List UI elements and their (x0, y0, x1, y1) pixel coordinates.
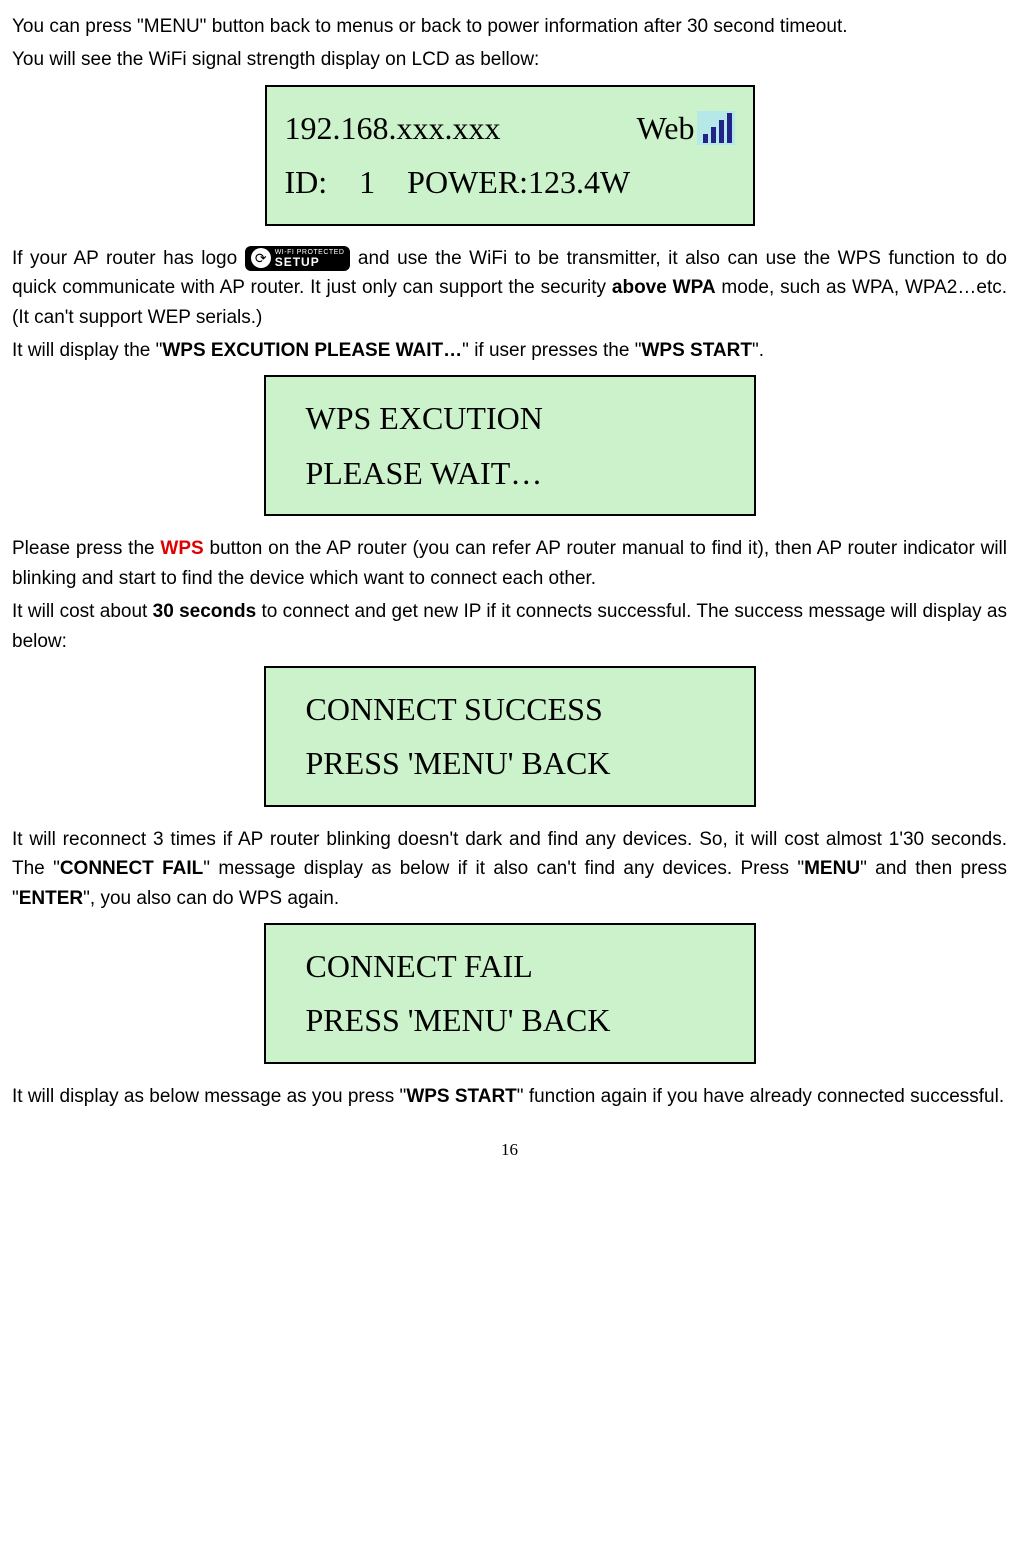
lcd-screen-connect-fail: CONNECT FAIL PRESS 'MENU' BACK (264, 923, 756, 1064)
lcd-line: PRESS 'MENU' BACK (306, 736, 736, 790)
paragraph-signal-intro: You will see the WiFi signal strength di… (12, 45, 1007, 74)
text-bold-wps-start-again: WPS START (406, 1086, 516, 1107)
lcd-ip: 192.168.xxx.xxx (285, 101, 637, 155)
paragraph-30-seconds: It will cost about 30 seconds to connect… (12, 597, 1007, 656)
text-bold-wps-start: WPS START (641, 340, 751, 361)
lcd-screen-connect-success: CONNECT SUCCESS PRESS 'MENU' BACK (264, 666, 756, 807)
paragraph-already-connected: It will display as below message as you … (12, 1082, 1007, 1111)
lcd-screen-signal: 192.168.xxx.xxx Web ID: 1 POWER:123.4W (265, 85, 755, 226)
text-bold-connect-fail: CONNECT FAIL (60, 858, 203, 879)
text-bold-menu: MENU (804, 858, 860, 879)
text-bold-wps-excution: WPS EXCUTION PLEASE WAIT… (162, 340, 462, 361)
text-fragment: ", you also can do WPS again. (83, 888, 339, 909)
text-red-wps: WPS (160, 538, 203, 559)
page-number: 16 (12, 1137, 1007, 1163)
paragraph-wps-intro: If your AP router has logo ⟳WI-FI PROTEC… (12, 244, 1007, 332)
wps-setup-logo-icon: ⟳WI-FI PROTECTEDSETUP (245, 246, 351, 271)
lcd-screen-wps-wait: WPS EXCUTION PLEASE WAIT… (264, 375, 756, 516)
text-bold-enter: ENTER (19, 888, 83, 909)
lcd-web-label: Web (637, 101, 695, 155)
lcd-id-power: ID: 1 POWER:123.4W (285, 155, 735, 209)
lcd-line: CONNECT FAIL (306, 939, 736, 993)
text-bold-30-seconds: 30 seconds (153, 601, 257, 622)
paragraph-press-wps: Please press the WPS button on the AP ro… (12, 534, 1007, 593)
text-bold-above-wpa: above WPA (612, 277, 716, 298)
text-fragment: " if user presses the " (462, 340, 641, 361)
text-fragment: Please press the (12, 538, 160, 559)
text-fragment: It will cost about (12, 601, 153, 622)
text-fragment: It will display the " (12, 340, 162, 361)
text-fragment: " message display as below if it also ca… (203, 858, 804, 879)
text-fragment: It will display as below message as you … (12, 1086, 406, 1107)
lcd-line: CONNECT SUCCESS (306, 682, 736, 736)
paragraph-menu-timeout: You can press "MENU" button back to menu… (12, 12, 1007, 41)
text-fragment: ". (752, 340, 764, 361)
signal-strength-icon (697, 111, 735, 145)
paragraph-wps-excution: It will display the "WPS EXCUTION PLEASE… (12, 336, 1007, 365)
lcd-line: WPS EXCUTION (306, 391, 736, 445)
text-fragment: " function again if you have already con… (517, 1086, 1004, 1107)
wps-logo-big: SETUP (275, 256, 345, 268)
lcd-line: PLEASE WAIT… (306, 446, 736, 500)
lcd-line: PRESS 'MENU' BACK (306, 993, 736, 1047)
paragraph-connect-fail: It will reconnect 3 times if AP router b… (12, 825, 1007, 913)
text-fragment: If your AP router has logo (12, 248, 245, 269)
